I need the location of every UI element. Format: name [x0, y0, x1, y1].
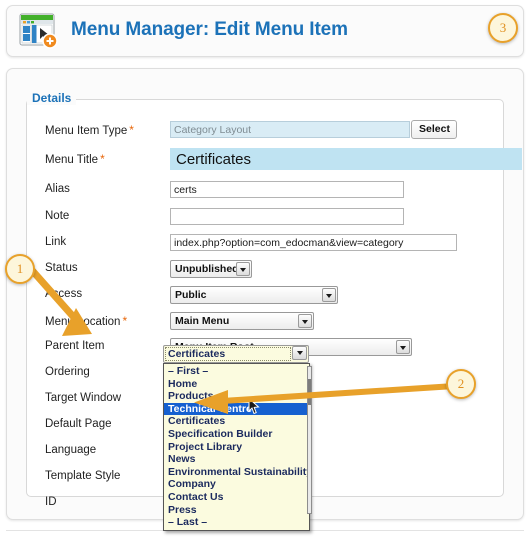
alias-input[interactable]: [170, 181, 404, 198]
details-legend: Details: [27, 91, 77, 105]
label-target-window: Target Window: [45, 392, 122, 404]
label-language: Language: [45, 444, 97, 456]
dropdown-option[interactable]: – First –: [164, 365, 309, 378]
required-marker: *: [122, 314, 128, 328]
ordering-select-value: Certificates: [168, 348, 226, 360]
label-access: Access: [45, 288, 83, 300]
dropdown-option[interactable]: Contact Us: [164, 491, 309, 504]
dropdown-scrollbar[interactable]: [307, 366, 312, 514]
field-row-note: Note: [7, 206, 523, 232]
label-alias: Alias: [45, 183, 70, 195]
chevron-down-icon: [396, 340, 410, 354]
field-row-alias: Alias: [7, 179, 523, 205]
dropdown-option[interactable]: Specification Builder: [164, 428, 309, 441]
chevron-down-icon: [298, 314, 312, 328]
callout-badge-3: 3: [488, 13, 518, 43]
required-marker: *: [100, 152, 105, 166]
status-select[interactable]: Unpublished: [170, 260, 252, 278]
page-title: Menu Manager: Edit Menu Item: [71, 19, 348, 40]
ordering-select[interactable]: Certificates: [163, 345, 309, 363]
chevron-down-icon: [322, 288, 336, 302]
select-menu-item-type-button[interactable]: Select: [411, 120, 457, 139]
dropdown-option[interactable]: Press: [164, 504, 309, 517]
label-menu-item-type: Menu Item Type *: [45, 123, 134, 137]
field-row-status: Status Unpublished: [7, 258, 523, 284]
label-link: Link: [45, 236, 67, 248]
dropdown-option-selected[interactable]: Technical Centre: [164, 402, 309, 416]
chevron-down-icon: [236, 262, 250, 276]
field-row-access: Access Public: [7, 284, 523, 310]
note-input[interactable]: [170, 208, 404, 225]
field-row-menu-title: Menu Title *: [7, 148, 523, 174]
required-marker: *: [129, 123, 134, 137]
menu-location-select[interactable]: Main Menu: [170, 312, 314, 330]
header-card: Menu Manager: Edit Menu Item: [6, 5, 524, 57]
access-select-value: Public: [175, 289, 207, 301]
dropdown-option[interactable]: News: [164, 453, 309, 466]
access-select[interactable]: Public: [170, 286, 338, 304]
scrollbar-thumb[interactable]: [308, 379, 311, 405]
label-template-style: Template Style: [45, 470, 121, 482]
label-note: Note: [45, 210, 70, 222]
callout-badge-2: 2: [446, 369, 476, 399]
label-parent-item: Parent Item: [45, 340, 105, 352]
label-status: Status: [45, 262, 78, 274]
menu-title-input[interactable]: [170, 148, 522, 170]
label-default-page: Default Page: [45, 418, 112, 430]
label-id: ID: [45, 496, 57, 508]
dropdown-option[interactable]: Project Library: [164, 441, 309, 454]
link-input[interactable]: [170, 234, 457, 251]
field-row-menu-location: Menu Location * Main Menu: [7, 310, 523, 336]
chevron-down-icon: [292, 346, 307, 360]
dropdown-option[interactable]: Environmental Sustainability: [164, 466, 309, 479]
field-row-link: Link: [7, 232, 523, 258]
dropdown-option[interactable]: Home: [164, 378, 309, 391]
menu-location-select-value: Main Menu: [175, 315, 230, 327]
label-menu-title: Menu Title *: [45, 152, 105, 166]
dropdown-option[interactable]: Products: [164, 390, 309, 403]
mouse-cursor: [248, 397, 260, 420]
status-select-value: Unpublished: [175, 263, 239, 275]
callout-badge-1: 1: [5, 254, 35, 284]
dropdown-option[interactable]: Company: [164, 478, 309, 491]
dropdown-option[interactable]: Certificates: [164, 415, 309, 428]
field-row-menu-item-type: Menu Item Type* Select: [7, 119, 523, 145]
dropdown-option[interactable]: – Last –: [164, 516, 309, 529]
menu-manager-icon: [19, 13, 59, 51]
ordering-dropdown-list[interactable]: – First – Home Products Technical Centre…: [163, 363, 312, 531]
menu-item-type-input[interactable]: [170, 121, 410, 138]
label-menu-location: Menu Location *: [45, 314, 128, 328]
label-ordering: Ordering: [45, 366, 90, 378]
